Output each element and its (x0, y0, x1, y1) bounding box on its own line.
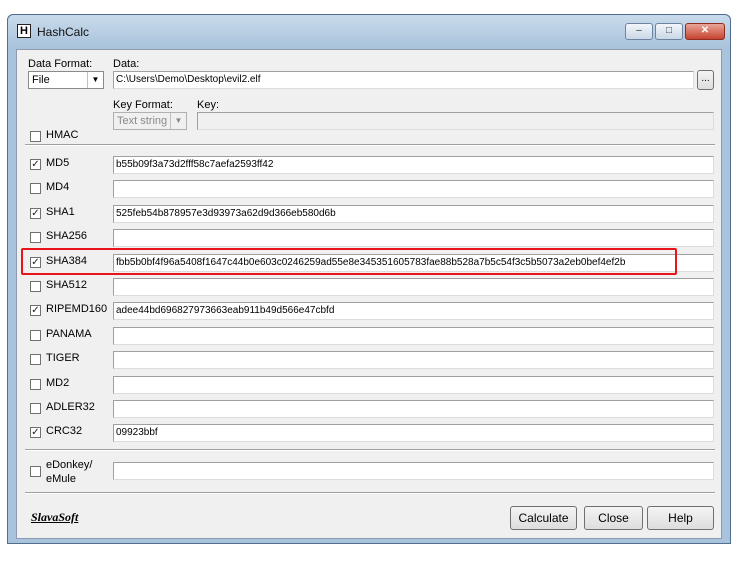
hmac-checkbox[interactable] (30, 131, 41, 142)
help-button[interactable]: Help (647, 506, 714, 530)
ripemd160-value-field[interactable]: adee44bd696827973663eab911b49d566e47cbfd (113, 302, 714, 320)
sha256-label: SHA256 (46, 230, 87, 242)
crc32-label: CRC32 (46, 425, 83, 437)
hashcalc-window: H HashCalc – □ ✕ Data Format: File ▼ Dat… (7, 14, 731, 544)
md5-label: MD5 (46, 157, 70, 169)
edonkey-label-line1: eDonkey/ (46, 459, 93, 471)
sha1-label: SHA1 (46, 206, 75, 218)
close-window-button[interactable]: ✕ (685, 23, 725, 40)
md2-value-field[interactable] (113, 376, 714, 394)
tiger-label: TIGER (46, 352, 80, 364)
edonkey-checkbox[interactable] (30, 466, 41, 477)
key-label: Key: (197, 99, 220, 111)
adler32-value-field[interactable] (113, 400, 714, 418)
ripemd160-checkbox[interactable]: ✓ (30, 305, 41, 316)
md2-label: MD2 (46, 377, 70, 389)
sha512-checkbox[interactable] (30, 281, 41, 292)
chevron-down-icon: ▼ (87, 72, 103, 88)
data-input[interactable]: C:\Users\Demo\Desktop\evil2.elf (113, 71, 694, 89)
ripemd160-label: RIPEMD160 (46, 303, 108, 315)
tiger-value-field[interactable] (113, 351, 714, 369)
crc32-checkbox[interactable]: ✓ (30, 427, 41, 438)
separator (25, 144, 715, 146)
app-icon: H (17, 24, 31, 38)
slavasoft-logo: SlavaSoft (31, 510, 79, 524)
key-format-select[interactable]: Text string ▼ (113, 112, 187, 130)
crc32-value-field[interactable]: 09923bbf (113, 424, 714, 442)
md5-value-field[interactable]: b55b09f3a73d2fff58c7aefa2593ff42 (113, 156, 714, 174)
maximize-button[interactable]: □ (655, 23, 683, 40)
key-format-value: Text string (117, 115, 168, 127)
sha1-value-field[interactable]: 525feb54b878957e3d93973a62d9d366eb580d6b (113, 205, 714, 223)
sha256-value-field[interactable] (113, 229, 714, 247)
md4-checkbox[interactable] (30, 183, 41, 194)
md5-checkbox[interactable]: ✓ (30, 159, 41, 170)
md2-checkbox[interactable] (30, 379, 41, 390)
browse-button[interactable]: ... (697, 70, 714, 90)
sha256-checkbox[interactable] (30, 232, 41, 243)
panama-value-field[interactable] (113, 327, 714, 345)
sha512-label: SHA512 (46, 279, 87, 291)
data-label: Data: (113, 58, 140, 70)
data-format-select[interactable]: File ▼ (28, 71, 104, 89)
calculate-button[interactable]: Calculate (510, 506, 577, 530)
tiger-checkbox[interactable] (30, 354, 41, 365)
sha384-highlight-box (21, 248, 677, 275)
hmac-label: HMAC (46, 129, 79, 141)
edonkey-label-line2: eMule (46, 473, 76, 485)
separator (25, 492, 715, 494)
minimize-button[interactable]: – (625, 23, 653, 40)
panama-checkbox[interactable] (30, 330, 41, 341)
data-format-label: Data Format: (28, 58, 93, 70)
key-input[interactable] (197, 112, 714, 130)
key-format-label: Key Format: (113, 99, 173, 111)
separator (25, 449, 715, 451)
md4-label: MD4 (46, 181, 70, 193)
adler32-label: ADLER32 (46, 401, 95, 413)
title-bar[interactable]: H HashCalc – □ ✕ (8, 15, 730, 49)
data-format-value: File (32, 74, 50, 86)
close-button[interactable]: Close (584, 506, 643, 530)
window-title: HashCalc (37, 25, 90, 39)
client-area: Data Format: File ▼ Data: C:\Users\Demo\… (16, 49, 722, 539)
panama-label: PANAMA (46, 328, 92, 340)
adler32-checkbox[interactable] (30, 403, 41, 414)
chevron-down-icon: ▼ (170, 113, 186, 129)
sha512-value-field[interactable] (113, 278, 714, 296)
edonkey-value-field[interactable] (113, 462, 714, 480)
md4-value-field[interactable] (113, 180, 714, 198)
sha1-checkbox[interactable]: ✓ (30, 208, 41, 219)
